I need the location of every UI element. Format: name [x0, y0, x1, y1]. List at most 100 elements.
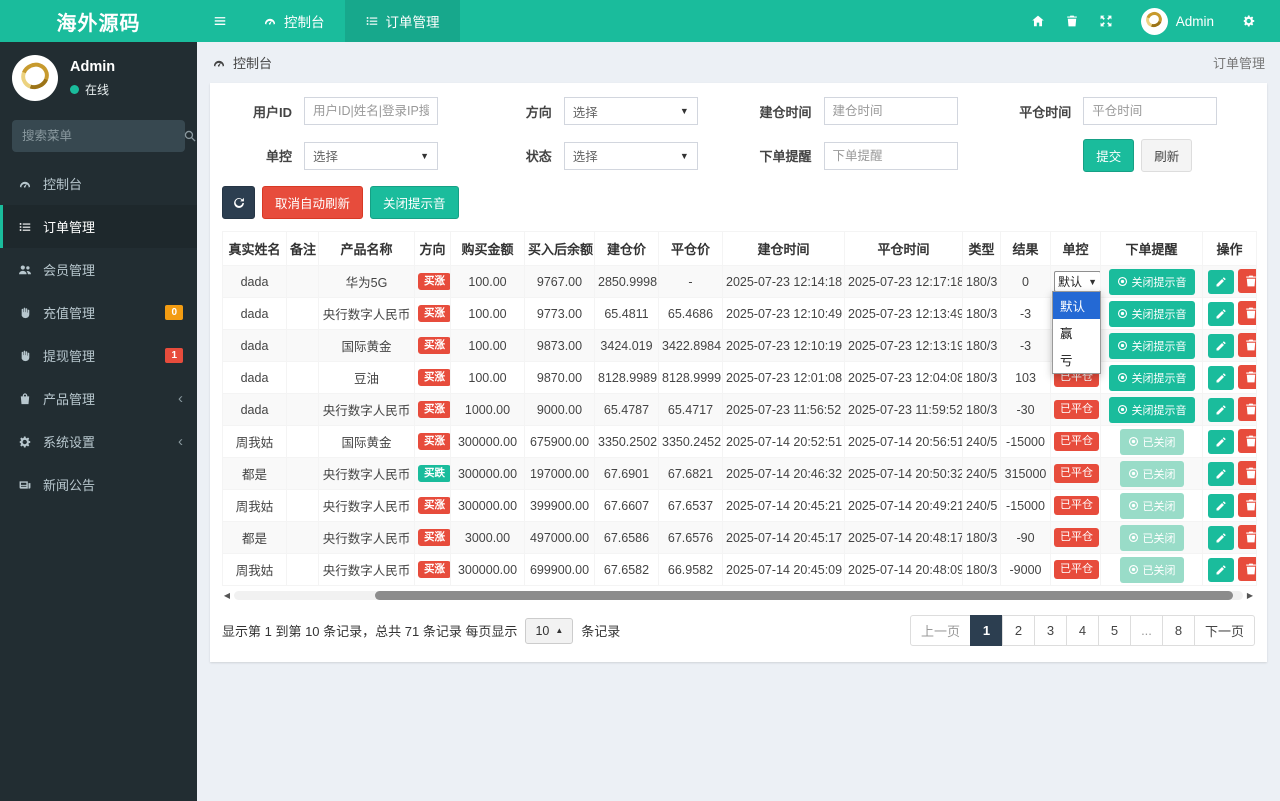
settings-button[interactable]	[1232, 0, 1266, 42]
delete-button[interactable]	[1238, 461, 1256, 485]
page-4[interactable]: 4	[1065, 615, 1099, 646]
edit-button[interactable]	[1208, 526, 1234, 550]
sidebar-item-withdraw[interactable]: 提现管理 1	[0, 334, 197, 377]
sidebar-item-dashboard[interactable]: 控制台	[0, 162, 197, 205]
order-notify-button[interactable]: 已关闭	[1119, 556, 1184, 583]
edit-button[interactable]	[1208, 334, 1234, 358]
home-button[interactable]	[1021, 0, 1055, 42]
column-header[interactable]: 购买金额	[450, 231, 525, 266]
delete-button[interactable]	[1238, 269, 1256, 293]
delete-button[interactable]	[1238, 493, 1256, 517]
scroll-left-arrow-icon[interactable]: ◀	[222, 591, 232, 600]
column-header[interactable]: 下单提醒	[1100, 231, 1203, 266]
column-header[interactable]: 单控	[1050, 231, 1101, 266]
delete-button[interactable]	[1238, 525, 1256, 549]
column-header[interactable]: 方向	[414, 231, 451, 266]
delete-button[interactable]	[1238, 557, 1256, 581]
filter-input-下单提醒[interactable]	[823, 141, 958, 170]
order-notify-button[interactable]: 已关闭	[1119, 492, 1184, 519]
delete-button[interactable]	[1238, 365, 1256, 389]
page-1[interactable]: 1	[969, 615, 1003, 646]
order-notify-button[interactable]: 关闭提示音	[1108, 300, 1195, 327]
delete-button[interactable]	[1238, 397, 1256, 421]
control-option[interactable]: 亏	[1053, 346, 1100, 373]
brand-logo[interactable]: 海外源码	[0, 0, 197, 42]
page-8[interactable]: 8	[1161, 615, 1195, 646]
table-cell	[286, 361, 319, 394]
column-header[interactable]: 买入后余额	[524, 231, 595, 266]
order-notify-button[interactable]: 已关闭	[1119, 524, 1184, 551]
column-header[interactable]: 类型	[962, 231, 1001, 266]
table-cell: 关闭提示音	[1100, 297, 1203, 330]
user-menu[interactable]: Admin	[1131, 7, 1224, 35]
column-header[interactable]: 结果	[1000, 231, 1051, 266]
edit-button[interactable]	[1208, 462, 1234, 486]
edit-button[interactable]	[1208, 494, 1234, 518]
column-header[interactable]: 产品名称	[318, 231, 415, 266]
page-5[interactable]: 5	[1097, 615, 1131, 646]
search-icon[interactable]	[183, 129, 197, 143]
filter-select-状态[interactable]: 选择 ▼	[563, 141, 698, 170]
edit-button[interactable]	[1208, 430, 1234, 454]
filter-select-方向[interactable]: 选择 ▼	[563, 97, 698, 125]
scrollbar-track[interactable]	[234, 590, 1243, 600]
control-select[interactable]: 默认 ▼	[1054, 271, 1100, 292]
order-notify-button[interactable]: 关闭提示音	[1108, 396, 1195, 423]
page-next[interactable]: 下一页	[1193, 615, 1255, 646]
edit-button[interactable]	[1208, 558, 1234, 582]
sidebar-search-input[interactable]	[22, 129, 183, 143]
column-header[interactable]: 建仓价	[594, 231, 659, 266]
order-notify-button[interactable]: 已关闭	[1119, 428, 1184, 455]
users-icon	[17, 263, 33, 277]
scrollbar-thumb[interactable]	[375, 590, 1233, 600]
page-size-select[interactable]: 10 ▲	[525, 617, 574, 644]
order-notify-button[interactable]: 关闭提示音	[1108, 332, 1195, 359]
trash-button[interactable]	[1055, 0, 1089, 42]
sidebar-item-products[interactable]: 产品管理 ‹	[0, 377, 197, 420]
filter-input-平仓时间[interactable]	[1083, 97, 1218, 125]
nav-tab-dashboard[interactable]: 控制台	[243, 0, 345, 42]
column-header[interactable]: 真实姓名	[222, 231, 287, 266]
filter-input-用户ID[interactable]	[304, 97, 438, 125]
cancel-auto-refresh-button[interactable]: 取消自动刷新	[262, 186, 364, 219]
edit-button[interactable]	[1208, 270, 1234, 294]
delete-button[interactable]	[1238, 301, 1256, 325]
column-header[interactable]: 建仓时间	[722, 231, 845, 266]
control-option[interactable]: 默认	[1053, 292, 1100, 319]
scroll-right-arrow-icon[interactable]: ▶	[1245, 591, 1255, 600]
column-header[interactable]: 备注	[286, 231, 319, 266]
submit-button[interactable]: 提交	[1083, 139, 1135, 172]
order-notify-button[interactable]: 已关闭	[1119, 460, 1184, 487]
nav-tab-orders[interactable]: 订单管理	[344, 0, 460, 42]
sidebar-item-recharge[interactable]: 充值管理 0	[0, 291, 197, 334]
edit-button[interactable]	[1208, 302, 1234, 326]
table-cell: 央行数字人民币	[318, 489, 415, 522]
page-2[interactable]: 2	[1001, 615, 1035, 646]
delete-button[interactable]	[1238, 429, 1256, 453]
order-notify-button[interactable]: 关闭提示音	[1108, 364, 1195, 391]
sidebar-item-orders[interactable]: 订单管理	[0, 205, 197, 248]
refresh-table-button[interactable]	[222, 186, 255, 219]
breadcrumb-left[interactable]: 控制台	[233, 53, 272, 72]
filter-select-单控[interactable]: 选择 ▼	[304, 141, 438, 170]
delete-button[interactable]	[1238, 333, 1256, 357]
sidebar-item-news[interactable]: 新闻公告	[0, 463, 197, 506]
hamburger-icon	[213, 14, 227, 28]
sidebar-toggle-button[interactable]	[197, 0, 243, 42]
page-prev[interactable]: 上一页	[909, 615, 971, 646]
close-sound-button[interactable]: 关闭提示音	[370, 186, 459, 219]
column-header[interactable]: 操作	[1202, 231, 1257, 266]
sidebar-item-members[interactable]: 会员管理	[0, 248, 197, 291]
column-header[interactable]: 平仓价	[658, 231, 723, 266]
filter-input-建仓时间[interactable]	[823, 97, 958, 125]
edit-button[interactable]	[1208, 366, 1234, 390]
control-option[interactable]: 赢	[1053, 319, 1100, 346]
page-ellipsis[interactable]: ...	[1129, 615, 1163, 646]
column-header[interactable]: 平仓时间	[844, 231, 963, 266]
refresh-button[interactable]: 刷新	[1141, 139, 1193, 172]
sidebar-item-settings[interactable]: 系统设置 ‹	[0, 420, 197, 463]
expand-button[interactable]	[1089, 0, 1123, 42]
edit-button[interactable]	[1208, 398, 1234, 422]
page-3[interactable]: 3	[1033, 615, 1067, 646]
order-notify-button[interactable]: 关闭提示音	[1108, 268, 1195, 295]
